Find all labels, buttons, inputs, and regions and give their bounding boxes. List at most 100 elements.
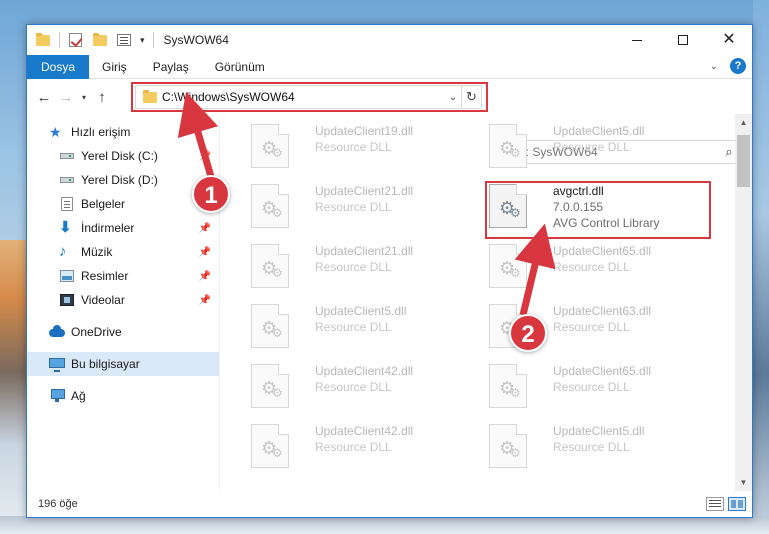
window-title: SysWOW64 [163, 33, 229, 47]
tab-dosya[interactable]: Dosya [27, 54, 90, 79]
window-controls: ✕ [614, 25, 752, 55]
details-view-icon[interactable] [706, 497, 724, 511]
computer-icon [49, 356, 65, 372]
file-explorer-window: ▾ SysWOW64 ✕ Dosya Giriş Paylaş Görünüm … [26, 24, 753, 518]
file-item[interactable]: ⚙ ⚙ UpdateClient21.dll Resource DLL [241, 240, 471, 296]
navigation-bar: ← → ▾ ↑ C:\Windows\SysWOW64 ⌄ ↻ ⌕ [27, 80, 752, 164]
sidebar-item-documents[interactable]: Belgeler [27, 192, 219, 216]
close-button[interactable]: ✕ [706, 25, 752, 55]
pin-icon[interactable]: 📌 [199, 247, 211, 258]
folder-icon[interactable] [35, 32, 51, 48]
new-folder-icon[interactable] [92, 32, 108, 48]
vertical-scrollbar[interactable]: ▲ ▼ [735, 114, 752, 491]
view-buttons [702, 497, 746, 511]
dll-file-icon: ⚙⚙ [489, 424, 527, 468]
customize-toolbar-dropdown-icon[interactable]: ▾ [140, 35, 145, 46]
file-item[interactable]: ⚙ ⚙ UpdateClient21.dll Resource DLL [241, 180, 471, 236]
network-icon [49, 388, 65, 404]
file-item[interactable]: ⚙ ⚙ UpdateClient42.dll Resource DLL [241, 360, 471, 416]
maximize-button[interactable] [660, 25, 706, 55]
video-icon [59, 292, 75, 308]
pin-icon[interactable]: 📌 [199, 295, 211, 306]
dll-file-icon: ⚙⚙ [251, 124, 289, 168]
back-arrow-icon[interactable]: ← [33, 89, 55, 106]
status-bar: 196 öğe [27, 491, 752, 517]
sidebar-item-this-pc[interactable]: Bu bilgisayar [27, 352, 219, 376]
ribbon-right-controls: ⌄ ? [710, 58, 746, 74]
file-item[interactable]: ⚙ ⚙ UpdateClient42.dll Resource DLL [241, 420, 471, 476]
quick-access-toolbar: ▾ [35, 32, 162, 48]
dll-file-icon: ⚙⚙ [251, 184, 289, 228]
tab-paylas[interactable]: Paylaş [140, 55, 202, 79]
download-icon: ⬇ [59, 219, 72, 236]
toolbar-divider [152, 32, 154, 48]
dll-file-icon: ⚙⚙ [489, 124, 527, 168]
file-item[interactable]: ⚙ ⚙ UpdateClient5.dll Resource DLL [479, 420, 709, 476]
ribbon-tabs: Dosya Giriş Paylaş Görünüm ⌄ ? [27, 54, 752, 79]
file-item[interactable]: ⚙ ⚙ UpdateClient65.dll Resource DLL [479, 360, 709, 416]
title-bar: ▾ SysWOW64 ✕ [27, 25, 752, 55]
desktop-background-left [0, 240, 26, 534]
navigation-pane: ★ Hızlı erişim Yerel Disk (C:) 📌 Yerel D… [27, 120, 220, 490]
desktop-background-bottom [0, 516, 769, 534]
refresh-icon[interactable]: ↻ [461, 86, 481, 108]
file-item[interactable]: ⚙ ⚙ UpdateClient5.dll Resource DLL [479, 120, 709, 176]
minimize-button[interactable] [614, 25, 660, 55]
recent-locations-dropdown-icon[interactable]: ▾ [77, 93, 91, 102]
expand-ribbon-icon[interactable]: ⌄ [710, 61, 718, 72]
pin-icon[interactable]: 📌 [199, 151, 211, 162]
sidebar-item-quick-access[interactable]: ★ Hızlı erişim [27, 120, 219, 144]
document-icon [59, 196, 75, 212]
annotation-marker-1: 1 [192, 175, 230, 213]
dll-file-icon: ⚙⚙ [251, 304, 289, 348]
forward-arrow-icon[interactable]: → [55, 89, 77, 106]
help-icon[interactable]: ? [730, 58, 746, 74]
scroll-down-icon[interactable]: ▼ [735, 474, 752, 491]
pictures-icon [59, 268, 75, 284]
pin-icon[interactable]: 📌 [199, 223, 211, 234]
sidebar-item-downloads[interactable]: ⬇ İndirmeler 📌 [27, 216, 219, 240]
dll-file-icon: ⚙⚙ [489, 364, 527, 408]
music-icon: ♪ [59, 243, 67, 260]
file-list: ⚙ ⚙ UpdateClient19.dll Resource DLL ⚙ ⚙ Up… [221, 114, 735, 491]
address-dropdown-icon[interactable]: ⌄ [445, 92, 461, 103]
annotation-marker-2: 2 [509, 314, 547, 352]
properties-check-icon[interactable] [68, 32, 84, 48]
sidebar-item-pictures[interactable]: Resimler 📌 [27, 264, 219, 288]
sidebar-item-onedrive[interactable]: OneDrive [27, 320, 219, 344]
scroll-up-icon[interactable]: ▲ [735, 114, 752, 131]
up-arrow-icon[interactable]: ↑ [91, 89, 113, 106]
star-icon: ★ [49, 124, 62, 140]
sidebar-item-local-disk-c[interactable]: Yerel Disk (C:) 📌 [27, 144, 219, 168]
properties-icon[interactable] [116, 32, 132, 48]
dll-file-icon: ⚙⚙ [489, 184, 527, 228]
file-item[interactable]: ⚙ ⚙ UpdateClient5.dll Resource DLL [241, 300, 471, 356]
folder-icon [142, 89, 158, 105]
address-path[interactable]: C:\Windows\SysWOW64 [162, 90, 445, 104]
address-bar[interactable]: C:\Windows\SysWOW64 ⌄ ↻ [135, 85, 482, 109]
toolbar-divider [59, 32, 60, 48]
scrollbar-thumb[interactable] [737, 135, 750, 187]
dll-file-icon: ⚙⚙ [251, 244, 289, 288]
disk-icon [59, 148, 75, 164]
tab-giris[interactable]: Giriş [89, 55, 140, 79]
dll-file-icon: ⚙⚙ [251, 424, 289, 468]
file-version: 7.0.0.155 [553, 200, 604, 214]
large-icons-view-icon[interactable] [728, 497, 746, 511]
item-count: 196 öğe [38, 498, 78, 510]
sidebar-item-videos[interactable]: Videolar 📌 [27, 288, 219, 312]
sidebar-item-music[interactable]: ♪ Müzik 📌 [27, 240, 219, 264]
sidebar-item-network[interactable]: Ağ [27, 384, 219, 408]
file-item[interactable]: ⚙ ⚙ UpdateClient19.dll Resource DLL [241, 120, 471, 176]
dll-file-icon: ⚙⚙ [251, 364, 289, 408]
pin-icon[interactable]: 📌 [199, 271, 211, 282]
tab-gorunum[interactable]: Görünüm [202, 55, 278, 79]
desktop-background-right [753, 0, 769, 534]
file-description: AVG Control Library [553, 216, 660, 230]
file-item[interactable]: ⚙ ⚙ UpdateClient65.dll Resource DLL [479, 240, 709, 296]
file-item-avgctrl-dll[interactable]: ⚙ ⚙ avgctrl.dll 7.0.0.155 AVG Control Lib… [479, 180, 709, 236]
onedrive-icon [49, 324, 65, 340]
sidebar-item-local-disk-d[interactable]: Yerel Disk (D:) [27, 168, 219, 192]
disk-icon [59, 172, 75, 188]
dll-file-icon: ⚙⚙ [489, 244, 527, 288]
